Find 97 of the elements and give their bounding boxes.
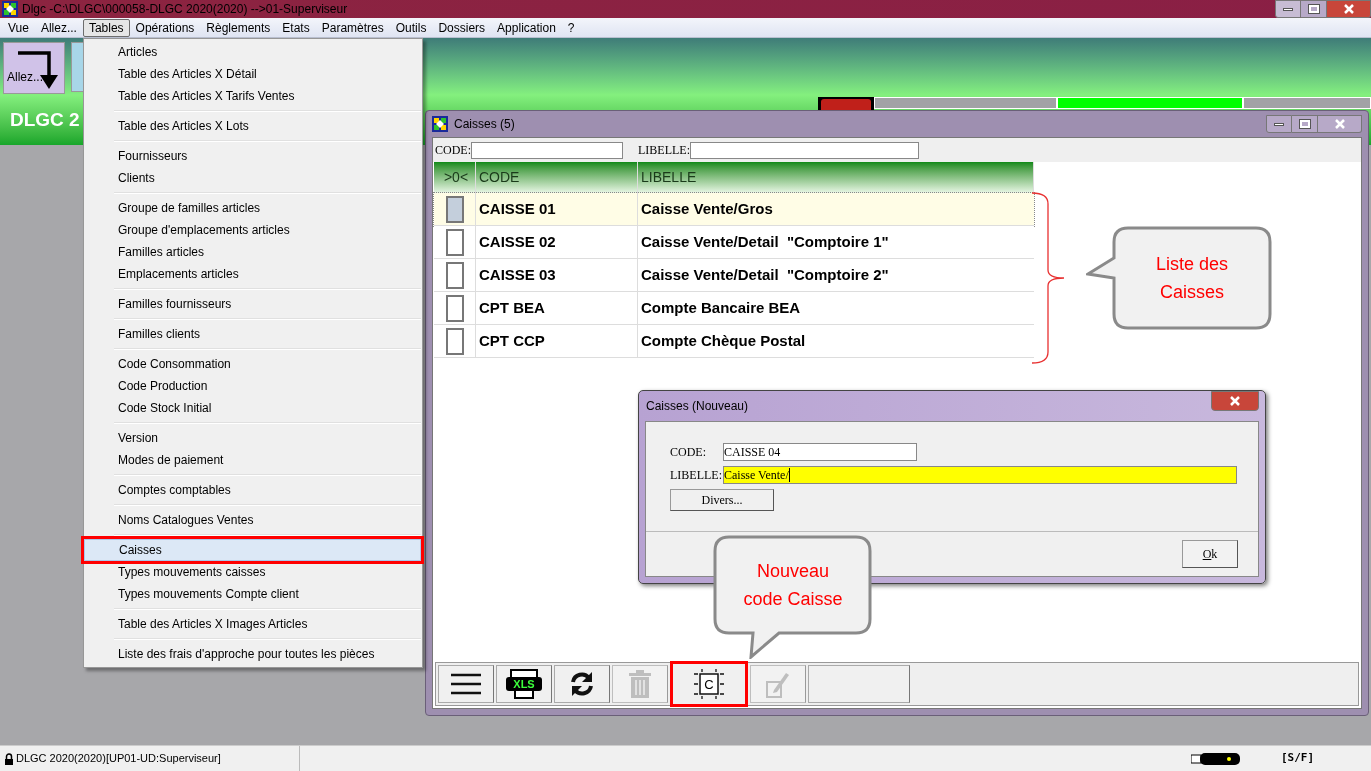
menu-item[interactable]: Tables [82,18,130,37]
table-cell-text: Compte Chèque Postal [640,330,807,351]
table-cell: CPT CCP [476,325,638,357]
table-row[interactable]: CAISSE 03 Caisse Vente/Detail "Comptoire 2" [434,259,1034,292]
menu-entry[interactable]: Code Production [86,375,421,397]
close-icon [1343,4,1354,14]
table-cell: CAISSE 01 [476,193,638,225]
menu-item[interactable]: ? [561,18,581,37]
menu-entry[interactable]: Clients [86,167,421,189]
dialog-title: Caisses (Nouveau) [645,398,749,415]
menu-entry[interactable]: Liste des frais d'approche pour toutes les pièces [86,643,421,665]
menu-entry[interactable]: Table des Articles X Détail [86,63,421,85]
menu-entry[interactable]: Caisses [84,539,421,561]
menu-item[interactable]: Règlements [200,18,277,37]
menu-item[interactable]: Dossiers [432,18,492,37]
table-cell: CPT BEA [476,292,638,324]
app-icon [2,1,18,17]
minimize-button[interactable] [1275,0,1301,18]
menu-entry[interactable]: Modes de paiement [86,449,421,471]
device-indicator [818,97,874,110]
menu-entry[interactable]: Code Consommation [86,353,421,375]
divers-button[interactable]: Divers... [670,489,774,511]
close-button[interactable] [1211,391,1259,411]
filter-field[interactable] [690,141,919,159]
table-row[interactable]: CPT CCP Compte Chèque Postal [434,325,1034,358]
menu-entry[interactable]: Groupe de familles articles [86,197,421,219]
toolbar-button[interactable] [554,665,610,703]
table-cell-text: Caisse Vente/Detail "Comptoire 1" [640,231,890,252]
trash-icon [629,670,651,698]
menu-icon [451,673,481,695]
maximize-button[interactable] [1292,115,1318,133]
menu-entry[interactable]: Groupe d'emplacements articles [86,219,421,241]
refresh-icon [568,670,596,698]
menu-entry[interactable]: Familles clients [86,323,421,345]
row-checkbox[interactable] [445,327,464,355]
menu-entry[interactable]: Comptes comptables [86,479,421,501]
table-cell-text: Compte Bancaire BEA [640,297,802,318]
callout-text: Liste des Caisses [1154,253,1229,304]
close-icon [1334,119,1345,129]
session-label: DLGC 2020(2020)[UP01-UD:Superviseur] [16,751,221,767]
menu-entry[interactable]: Types mouvements Compte client [86,583,421,605]
filter-label: LIBELLE: [638,142,690,159]
menu-entry[interactable]: Familles fournisseurs [86,293,421,315]
menu-item[interactable]: Allez... [34,18,83,37]
table-cell: CAISSE 03 [476,259,638,291]
text-field[interactable]: CAISSE 04 [723,443,917,461]
table-cell: CAISSE 02 [476,226,638,258]
table-cell-text: Caisse Vente/Gros [640,198,774,219]
mode-label: [S/F] [1281,750,1316,767]
table-cell-text: Caisse Vente/Detail "Comptoire 2" [640,264,890,285]
row-checkbox[interactable] [445,195,464,223]
app-icon [432,116,448,132]
menu-item[interactable]: Application [491,18,562,37]
table-row[interactable]: CPT BEA Compte Bancaire BEA [434,292,1034,325]
filter-field[interactable] [471,141,623,159]
menu-entry[interactable]: Fournisseurs [86,145,421,167]
row-checkbox[interactable] [445,294,464,322]
close-button[interactable] [1327,0,1371,18]
menu-entry[interactable]: Code Stock Initial [86,397,421,419]
callout-text: Nouveau code Caisse [742,560,844,611]
close-button[interactable] [1318,115,1362,133]
menu-item[interactable]: Outils [389,18,433,37]
close-icon [1230,396,1240,406]
table-row[interactable]: CAISSE 01 Caisse Vente/Gros [434,193,1034,226]
menu-item[interactable]: Opérations [129,18,201,37]
menu-entry[interactable]: Types mouvements caisses [86,561,421,583]
menu-entry[interactable]: Table des Articles X Lots [86,115,421,137]
menu-entry[interactable]: Table des Articles X Images Articles [86,613,421,635]
go-button[interactable]: Allez... [3,42,65,94]
menu-entry[interactable]: Articles [86,41,421,63]
toolbar-button[interactable]: C [670,661,748,707]
window-title: Caisses (5) [454,116,515,133]
lock-icon [4,752,14,765]
menu-entry[interactable]: Familles articles [86,241,421,263]
filter-label: CODE: [435,142,471,159]
menu-item[interactable]: Vue [2,18,35,37]
row-checkbox[interactable] [445,228,464,256]
text-field[interactable]: Caisse Vente/ [723,466,1237,484]
table-row[interactable]: CAISSE 02 Caisse Vente/Detail "Comptoire 1" [434,226,1034,259]
maximize-button[interactable] [1301,0,1327,18]
ok-button[interactable]: Ok [1182,540,1238,568]
banner-title: DLGC 2 [9,107,80,132]
usb-key-icon [1191,751,1241,766]
menu-item[interactable]: Paramètres [315,18,390,37]
menu-entry[interactable]: Version [86,427,421,449]
toolbar-button[interactable]: XLS [496,665,552,703]
menu-entry[interactable]: Emplacements articles [86,263,421,285]
field-label: CODE: [670,444,707,461]
minimize-button[interactable] [1266,115,1292,133]
menu-entry[interactable]: Noms Catalogues Ventes [86,509,421,531]
edit-icon [766,670,790,698]
toolbar-button[interactable] [438,665,494,703]
row-checkbox[interactable] [445,261,464,289]
window-title: Dlgc -C:\DLGC\000058-DLGC 2020(2020) -->01-Superviseur [22,1,348,18]
menu-entry[interactable]: Table des Articles X Tarifs Ventes [86,85,421,107]
field-label: LIBELLE: [670,467,723,484]
menu-item[interactable]: Etats [276,18,316,37]
